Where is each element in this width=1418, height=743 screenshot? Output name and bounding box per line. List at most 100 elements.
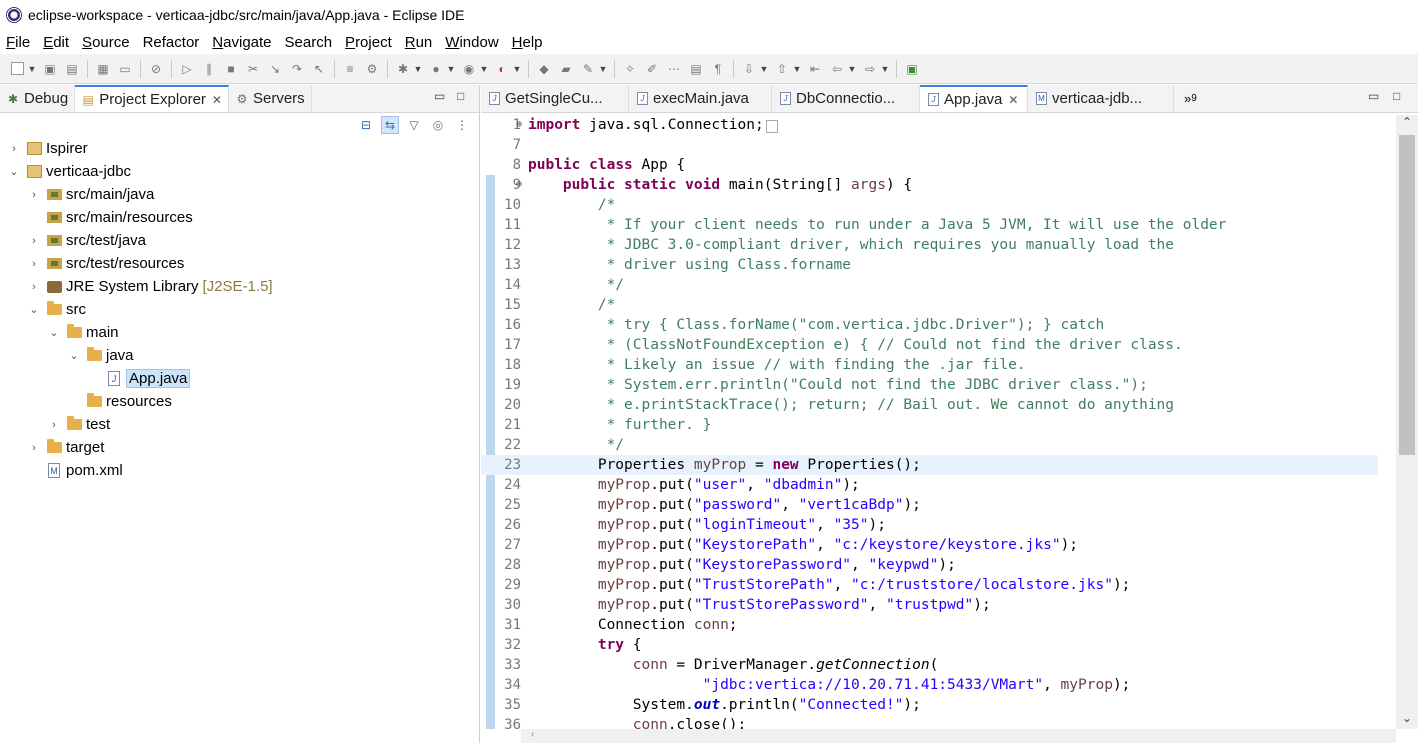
menu-run[interactable]: RunRun xyxy=(405,34,433,51)
binary-icon[interactable]: ▦ xyxy=(95,61,111,77)
menu-file[interactable]: FileFile xyxy=(6,34,30,51)
minimize-icon[interactable]: ▭ xyxy=(434,89,445,103)
search-dropdown-icon[interactable]: ▼ xyxy=(599,61,608,77)
external-tools-icon[interactable]: ◐ xyxy=(494,61,510,77)
close-icon[interactable]: ✕ xyxy=(1008,93,1018,107)
new-java-project-icon[interactable]: ◆ xyxy=(536,61,552,77)
code-line[interactable]: 16 * try { Class.forName("com.vertica.jd… xyxy=(481,315,1378,335)
code-line[interactable]: 32 try { xyxy=(481,635,1378,655)
chevron-down-icon[interactable]: ⌄ xyxy=(48,326,60,339)
collapse-all-icon[interactable]: ⊟ xyxy=(357,116,375,134)
chevron-right-icon[interactable]: › xyxy=(28,235,40,247)
code-line[interactable]: 20 * e.printStackTrace(); return; // Bai… xyxy=(481,395,1378,415)
vertical-scrollbar[interactable]: ⌃ ⌄ xyxy=(1396,115,1418,729)
tab-project-explorer[interactable]: ▤ Project Explorer ✕ xyxy=(75,85,229,112)
tree-item[interactable]: ⌄ src xyxy=(28,298,86,321)
toggle-word-wrap-icon[interactable]: ✐ xyxy=(644,61,660,77)
next-annotation-icon[interactable]: ⇩ xyxy=(741,61,757,77)
code-line[interactable]: 28 myProp.put("KeystorePassword", "keypw… xyxy=(481,555,1378,575)
maximize-icon[interactable]: □ xyxy=(1393,89,1400,103)
link-with-editor-icon[interactable]: ⇆ xyxy=(381,116,399,134)
scrollbar-thumb[interactable] xyxy=(1399,135,1415,455)
save-icon[interactable]: ▣ xyxy=(42,61,58,77)
code-line[interactable]: 29 myProp.put("TrustStorePath", "c:/trus… xyxy=(481,575,1378,595)
editor-tab[interactable]: J GetSingleCu... xyxy=(481,85,629,112)
tree-item[interactable]: › Ispirer xyxy=(8,137,88,160)
focus-icon[interactable]: ◎ xyxy=(429,116,447,134)
menu-help[interactable]: HelpHelp xyxy=(512,34,543,51)
block-selection-icon[interactable]: ⋯ xyxy=(666,61,682,77)
last-edit-location-icon[interactable]: ⇤ xyxy=(807,61,823,77)
code-line[interactable]: 34 "jdbc:vertica://10.20.71.41:5433/VMar… xyxy=(481,675,1378,695)
search-icon[interactable]: ✎ xyxy=(580,61,596,77)
code-editor[interactable]: 1 ⊕ import java.sql.Connection; 7 8 public c… xyxy=(481,115,1418,729)
chevron-right-icon[interactable]: › xyxy=(28,258,40,270)
chevron-down-icon[interactable]: ⌄ xyxy=(8,165,20,178)
run-dropdown-icon[interactable]: ▼ xyxy=(447,61,456,77)
tree-item[interactable]: ⌄ verticaa-jdbc xyxy=(8,160,131,183)
step-into-icon[interactable]: ↘ xyxy=(267,61,283,77)
terminate-icon[interactable]: ■ xyxy=(223,61,239,77)
debug-icon[interactable]: ✱ xyxy=(395,61,411,77)
menu-project[interactable]: ProjectProject xyxy=(345,34,392,51)
chevron-down-icon[interactable]: ⌄ xyxy=(68,349,80,362)
toggle-mark-occurrences-icon[interactable]: ✧ xyxy=(622,61,638,77)
code-line[interactable]: 25 myProp.put("password", "vert1caBdp"); xyxy=(481,495,1378,515)
new-dropdown-icon[interactable]: ▼ xyxy=(28,61,37,77)
tree-item[interactable]: src/main/resources xyxy=(28,206,193,229)
scroll-down-icon[interactable]: ⌄ xyxy=(1396,711,1418,729)
code-line[interactable]: 31 Connection conn; xyxy=(481,615,1378,635)
chevron-right-icon[interactable]: › xyxy=(28,189,40,201)
save-all-icon[interactable]: ▤ xyxy=(64,61,80,77)
editor-tab[interactable]: J DbConnectio... xyxy=(772,85,920,112)
terminal-icon[interactable]: ▭ xyxy=(117,61,133,77)
previous-annotation-dropdown-icon[interactable]: ▼ xyxy=(793,61,802,77)
tree-item[interactable]: › test xyxy=(48,413,110,436)
code-line[interactable]: 15 /* xyxy=(481,295,1378,315)
code-line[interactable]: 18 * Likely an issue // with finding the… xyxy=(481,355,1378,375)
close-icon[interactable]: ✕ xyxy=(212,93,222,107)
resume-icon[interactable]: ▷ xyxy=(179,61,195,77)
menu-navigate[interactable]: NavigateNavigate xyxy=(212,34,271,51)
scroll-up-icon[interactable]: ⌃ xyxy=(1396,115,1418,133)
tree-item[interactable]: ⌄ main xyxy=(48,321,119,344)
menu-window[interactable]: WindowWindow xyxy=(445,34,498,51)
code-line[interactable]: 13 * driver using Class.forname xyxy=(481,255,1378,275)
code-line[interactable]: 1 ⊕ import java.sql.Connection; xyxy=(481,115,1378,135)
menu-search[interactable]: SearchSearch xyxy=(285,34,333,51)
code-line[interactable]: 23 Properties myProp = new Properties(); xyxy=(481,455,1378,475)
tree-item[interactable]: › target xyxy=(28,436,104,459)
suspend-icon[interactable]: ∥ xyxy=(201,61,217,77)
folded-imports-icon[interactable] xyxy=(765,120,778,133)
collapse-fold-icon[interactable]: ⊖ xyxy=(516,175,522,195)
back-icon[interactable]: ⇦ xyxy=(829,61,845,77)
editor-tab[interactable]: JexecMain.java xyxy=(629,85,772,112)
step-return-icon[interactable]: ↖ xyxy=(311,61,327,77)
tree-item[interactable]: › src/test/java xyxy=(28,229,146,252)
code-line[interactable]: 26 myProp.put("loginTimeout", "35"); xyxy=(481,515,1378,535)
run-icon[interactable]: ● xyxy=(428,61,444,77)
next-annotation-dropdown-icon[interactable]: ▼ xyxy=(760,61,769,77)
code-line[interactable]: 30 myProp.put("TrustStorePassword", "tru… xyxy=(481,595,1378,615)
code-line[interactable]: 9 ⊖ public static void main(String[] args… xyxy=(481,175,1378,195)
back-dropdown-icon[interactable]: ▼ xyxy=(848,61,857,77)
coverage-icon[interactable]: ◉ xyxy=(461,61,477,77)
editor-tab[interactable]: J App.java ✕ xyxy=(920,85,1028,112)
code-line[interactable]: 27 myProp.put("KeystorePath", "c:/keysto… xyxy=(481,535,1378,555)
debug-dropdown-icon[interactable]: ▼ xyxy=(414,61,423,77)
code-line[interactable]: 35 System.out.println("Connected!"); xyxy=(481,695,1378,715)
code-line[interactable]: 7 xyxy=(481,135,1378,155)
menu-source[interactable]: SourceSource xyxy=(82,34,130,51)
tree-item[interactable]: ⌄ java xyxy=(68,344,134,367)
build-icon[interactable]: ⚙ xyxy=(364,61,380,77)
skip-breakpoints-icon[interactable]: ⊘ xyxy=(148,61,164,77)
step-over-icon[interactable]: ↷ xyxy=(289,61,305,77)
more-tabs-button[interactable]: » 9 xyxy=(1174,85,1197,112)
code-line[interactable]: 19 * System.err.println("Could not find … xyxy=(481,375,1378,395)
new-icon[interactable] xyxy=(9,61,25,77)
tab-debug[interactable]: ✱ Debug xyxy=(0,85,76,112)
minimize-icon[interactable]: ▭ xyxy=(1368,89,1379,103)
scroll-left-icon[interactable]: ‹ xyxy=(531,729,534,740)
filter-icon[interactable]: ▽ xyxy=(405,116,423,134)
chevron-right-icon[interactable]: › xyxy=(28,281,40,293)
